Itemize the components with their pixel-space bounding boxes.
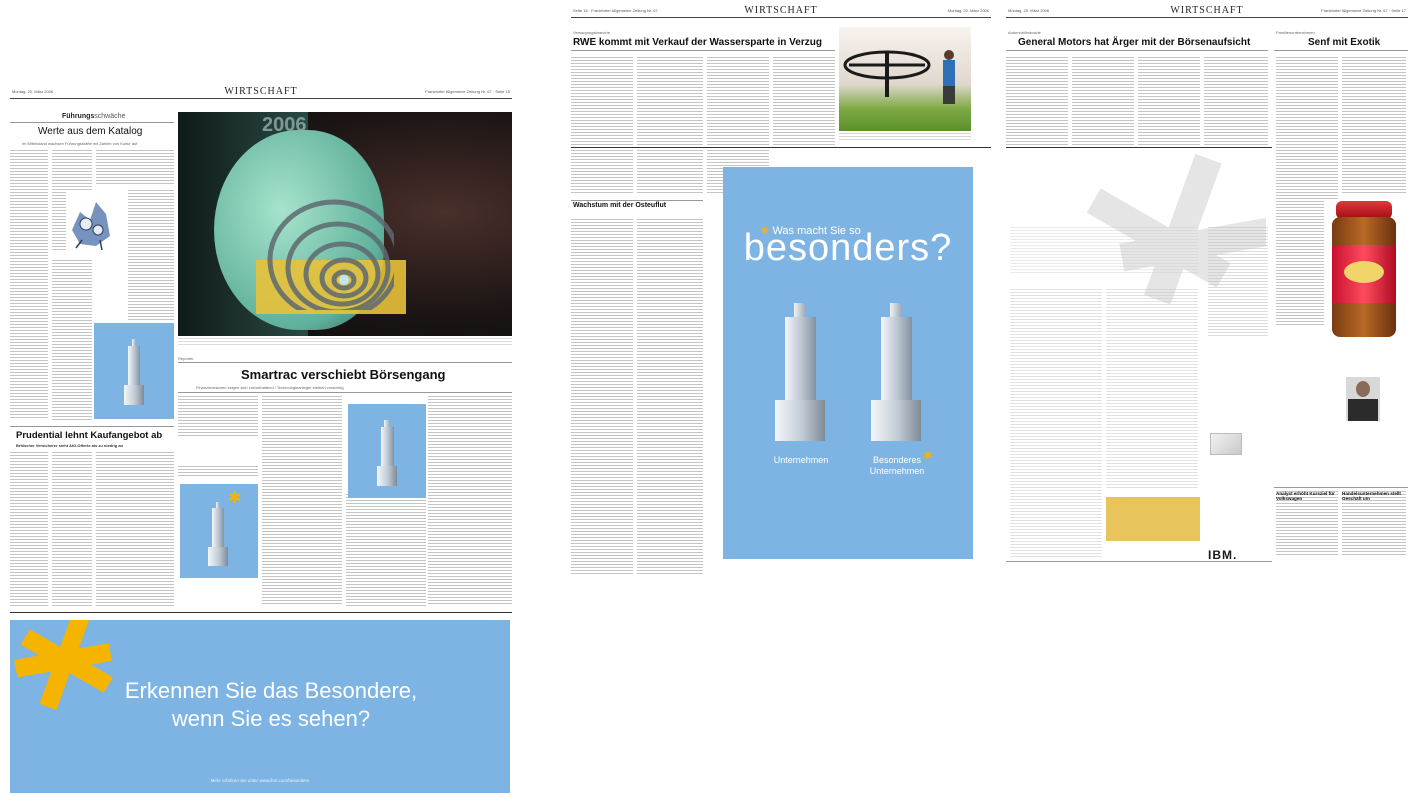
text-column: [52, 260, 92, 420]
article-kicker: Versorgungsbranche: [573, 30, 610, 35]
newspaper-page-3: Montag, 20. März 2006 WIRTSCHAFT Frankfu…: [1006, 5, 1408, 577]
article-subheadline: Britischer Versicherer sieht AIG-Offerte…: [16, 443, 123, 448]
star-icon: ✱: [228, 490, 242, 507]
text-column: [96, 150, 174, 186]
banner-ad[interactable]: Erkennen Sie das Besondere, wenn Sie es …: [10, 620, 510, 793]
header-date: Montag, 20. März 2006: [947, 8, 989, 13]
section-title: WIRTSCHAFT: [740, 5, 822, 16]
banner-footer-link[interactable]: Mehr erfahren Sie unter www.ibm.com/beso…: [10, 778, 510, 783]
banner-headline-line2: wenn Sie es sehen?: [171, 706, 371, 731]
ibm-logo: IBM.: [1208, 548, 1238, 562]
main-headline[interactable]: Smartrac verschiebt Börsengang: [241, 367, 445, 382]
fingerprint-icon: [267, 199, 394, 310]
ad-tile[interactable]: [94, 323, 174, 419]
skyscraper-icon: [122, 339, 146, 405]
header-issue: Frankfurter Allgemeine Zeitung Nr. 67 · …: [1321, 8, 1406, 13]
newspaper-page-1: Montag, 20. März 2006 WIRTSCHAFT Frankfu…: [10, 86, 512, 793]
article-kicker: Automobilindustrie: [1008, 30, 1041, 35]
ad-tile[interactable]: [348, 404, 426, 498]
text-column: [128, 190, 174, 320]
mustard-jar-photo[interactable]: [1324, 199, 1408, 343]
cartoon-illustration: [66, 190, 114, 256]
article-kicker: Familienunternehmen: [1276, 30, 1315, 35]
section-title: WIRTSCHAFT: [1166, 5, 1248, 16]
besonders-ad[interactable]: ✱ Was macht Sie so besonders? Unternehme…: [723, 167, 973, 559]
newspaper-page-2: Seite 16 · Frankfurter Allgemeine Zeitun…: [571, 5, 991, 577]
skyscraper-icon: [865, 303, 927, 441]
article-headline[interactable]: Handelsunternehmen stellt Geschäft um: [1342, 491, 1406, 501]
book-icon: [1210, 433, 1242, 455]
ad-label-right-2: Unternehmen: [869, 466, 925, 476]
water-wheel-icon: [843, 50, 955, 104]
ad-tile[interactable]: ✱: [180, 484, 258, 578]
ad-label-left: Unternehmen: [773, 455, 829, 465]
section-label: Führungsschwäche: [62, 113, 126, 120]
skyscraper-icon: [206, 502, 230, 566]
article-headline[interactable]: Senf mit Exotik: [1308, 37, 1380, 48]
text-column: [10, 150, 48, 420]
article-subheadline: Im Mittelstand wachsen Führungskräfte mi…: [22, 141, 138, 146]
lead-photo[interactable]: 2006: [178, 112, 512, 336]
section-title: WIRTSCHAFT: [220, 86, 302, 97]
photo-year-text: 2006: [262, 114, 307, 136]
article-headline[interactable]: General Motors hat Ärger mit der Börsena…: [1018, 37, 1250, 48]
article-headline[interactable]: Prudential lehnt Kaufangebot ab: [16, 430, 162, 441]
banner-headline-line1: Erkennen Sie das Besondere,: [124, 678, 418, 703]
page-header: Montag, 20. März 2006 WIRTSCHAFT Frankfu…: [10, 86, 512, 99]
article-headline[interactable]: Werte aus dem Katalog: [38, 126, 142, 137]
article-headline[interactable]: RWE kommt mit Verkauf der Wassersparte i…: [573, 37, 822, 48]
page-header: Seite 16 · Frankfurter Allgemeine Zeitun…: [571, 5, 991, 18]
skyscraper-icon: [769, 303, 831, 441]
news-photo[interactable]: [839, 27, 971, 131]
ad-headline: besonders?: [743, 227, 953, 269]
skyscraper-icon: [374, 420, 400, 486]
author-photo: [1346, 377, 1380, 421]
info-box: [1106, 497, 1200, 541]
article-kicker: Reporter: [178, 356, 194, 361]
page-header: Montag, 20. März 2006 WIRTSCHAFT Frankfu…: [1006, 5, 1408, 18]
article-headline[interactable]: Analyst erhöht Kursziel für Volkswagen: [1276, 491, 1338, 501]
article-headline[interactable]: Wachstum mit der Osteuflut: [573, 202, 666, 209]
main-subheadline: Finanzinvestoren zeigen sich zurückhalte…: [196, 385, 344, 390]
header-issue: Frankfurter Allgemeine Zeitung Nr. 67 · …: [425, 89, 510, 94]
ad-label-right-1: Besonderes: [872, 455, 922, 465]
